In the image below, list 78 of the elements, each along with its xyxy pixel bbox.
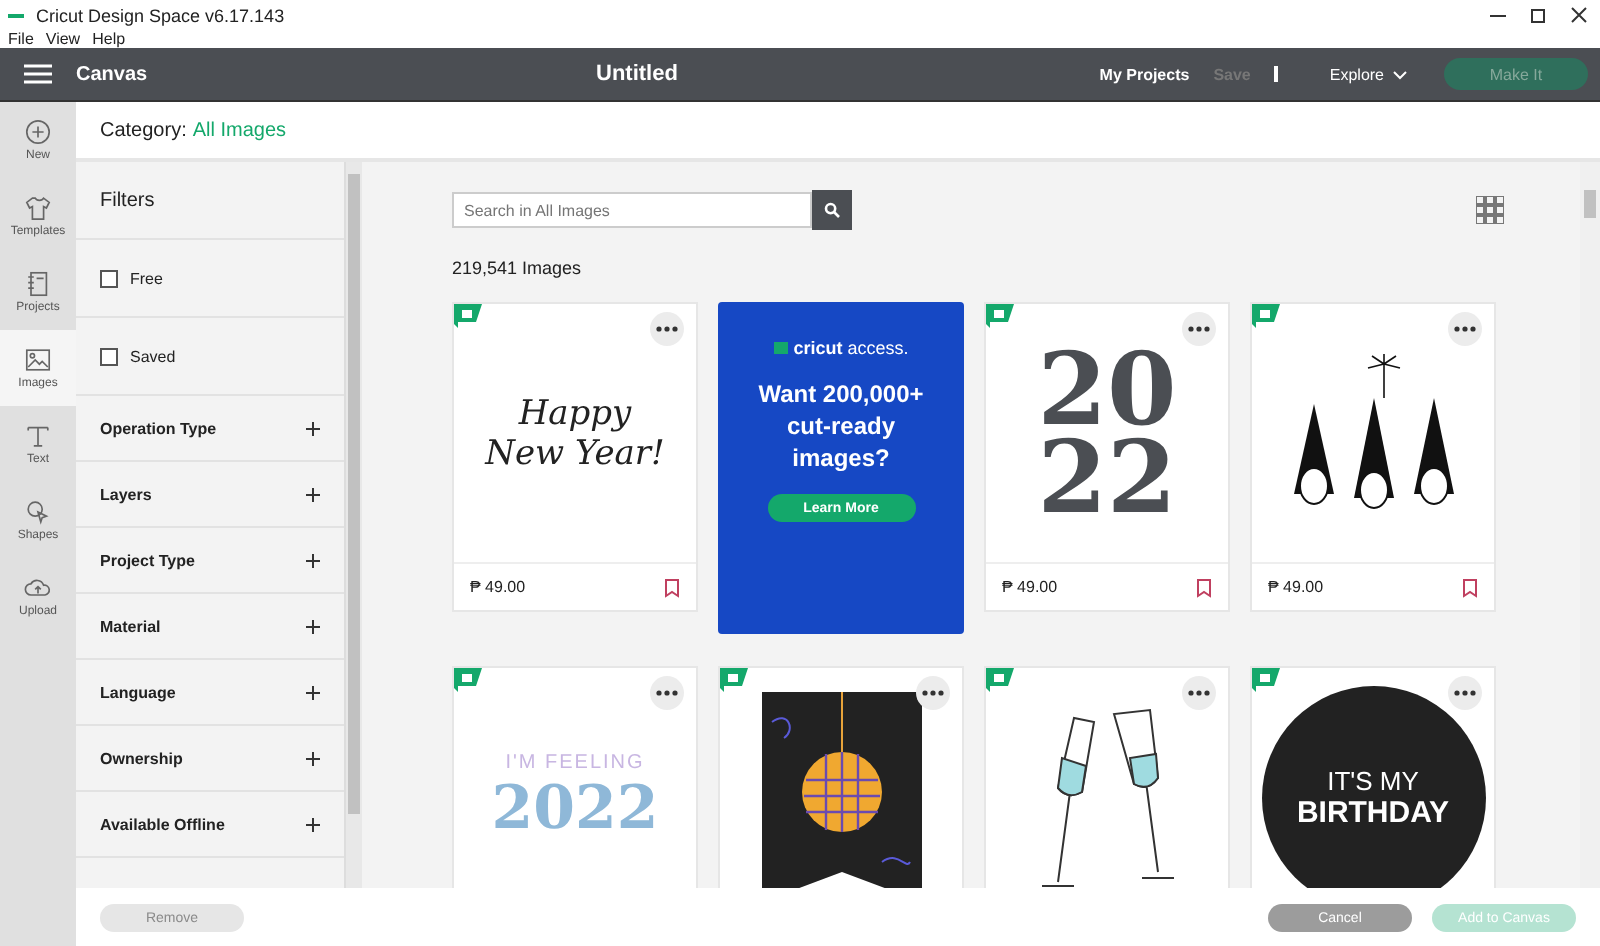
search-field[interactable]: Search in All Images [452, 192, 812, 228]
plus-icon [306, 619, 320, 633]
number-artwork: 2022 [491, 773, 659, 843]
menu-icon[interactable] [24, 62, 52, 86]
more-icon[interactable] [916, 676, 950, 710]
scrollbar-thumb[interactable] [1584, 190, 1596, 218]
result-count: 219,541 Images [452, 258, 584, 278]
plus-icon [306, 553, 320, 567]
window-title: Cricut Design Space v6.17.143 [36, 6, 285, 26]
tag-icon [986, 304, 1014, 328]
book-icon [24, 270, 52, 298]
category-label: Category: [100, 119, 187, 141]
grid-view-icon[interactable] [1476, 196, 1504, 224]
checkbox[interactable] [100, 347, 118, 365]
plus-icon [306, 817, 320, 831]
filter-section[interactable]: Language [76, 660, 344, 726]
explore-menu[interactable]: Explore [1317, 63, 1420, 85]
filters-heading: Filters [100, 189, 155, 211]
more-icon[interactable] [650, 312, 684, 346]
art-caption: I'M FEELING [505, 751, 645, 773]
plus-icon [306, 487, 320, 501]
image-card[interactable]: Happy New Year! ₱ 49.00 [452, 302, 698, 612]
text-icon [24, 422, 52, 450]
shapes-icon [24, 498, 52, 526]
shirt-icon [24, 194, 52, 222]
filter-section[interactable]: Layers [76, 462, 344, 528]
filter-section[interactable]: Project Type [76, 528, 344, 594]
price: ₱ 49.00 [1002, 578, 1058, 596]
plus-icon [306, 751, 320, 765]
more-icon[interactable] [1448, 676, 1482, 710]
menu-item[interactable]: View [45, 32, 81, 48]
document-title: Untitled [596, 62, 680, 86]
tag-icon [1252, 304, 1280, 328]
filter-section[interactable]: Available Offline [76, 792, 344, 858]
tag-icon [1252, 668, 1280, 692]
menu-item[interactable]: File [8, 32, 34, 48]
more-icon[interactable] [650, 676, 684, 710]
price: ₱ 49.00 [1268, 578, 1324, 596]
plus-icon [306, 685, 320, 699]
cloud-icon [24, 574, 52, 602]
image-icon [24, 346, 52, 374]
chevron-down-icon [1392, 69, 1408, 79]
number-artwork: 20 22 [1037, 345, 1177, 521]
image-card[interactable]: IT'S MY BIRTHDAY [1250, 666, 1496, 888]
section-title: Canvas [76, 63, 150, 85]
more-icon[interactable] [1182, 676, 1216, 710]
image-card[interactable] [718, 666, 964, 888]
search-icon [824, 202, 840, 218]
menu-item[interactable]: Help [92, 32, 126, 48]
badge-artwork: IT'S MY BIRTHDAY [1261, 685, 1485, 888]
tag-icon [454, 304, 482, 328]
more-icon[interactable] [1448, 312, 1482, 346]
tag-icon [986, 668, 1014, 692]
logo-icon [773, 342, 788, 354]
brand-name: cricut access. [793, 338, 909, 358]
bookmark-icon[interactable] [664, 577, 680, 597]
search-button[interactable] [812, 190, 852, 230]
promo-headline: Want 200,000+ cut-ready images? [757, 378, 925, 474]
filter-section[interactable]: Ownership [76, 726, 344, 792]
more-icon[interactable] [1182, 312, 1216, 346]
header-link[interactable]: My Projects [1099, 65, 1190, 83]
script-lettering: Happy New Year! [485, 393, 665, 473]
checkbox-label: Free [130, 269, 163, 287]
filter-section[interactable]: Operation Type [76, 396, 344, 462]
checkbox-label: Saved [130, 347, 176, 365]
plus-icon [306, 421, 320, 435]
bookmark-icon[interactable] [1196, 577, 1212, 597]
bookmark-icon[interactable] [1462, 577, 1478, 597]
image-card[interactable]: 20 22 ₱ 49.00 [984, 302, 1230, 612]
price: ₱ 49.00 [470, 578, 526, 596]
filter-section[interactable]: Material [76, 594, 344, 660]
tag-icon [454, 668, 482, 692]
checkbox[interactable] [100, 269, 118, 287]
image-card[interactable]: ₱ 49.00 [1250, 302, 1496, 612]
tag-icon [720, 668, 748, 692]
plus-icon [24, 118, 52, 146]
scrollbar-thumb[interactable] [348, 174, 360, 814]
image-card[interactable] [984, 666, 1230, 888]
